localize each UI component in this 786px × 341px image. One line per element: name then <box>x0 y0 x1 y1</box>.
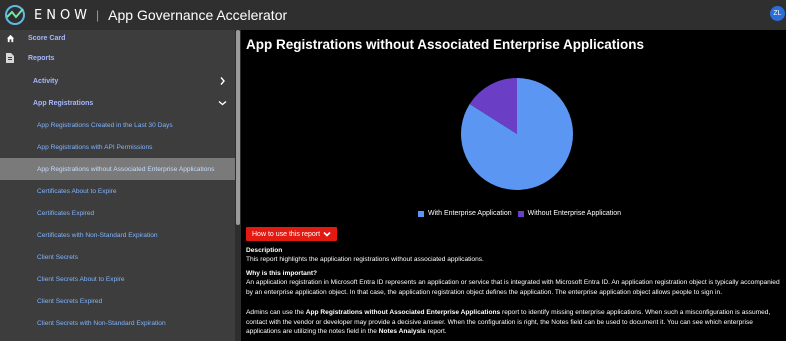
chevron-down-icon <box>218 100 227 106</box>
sidebar-report-label: App Registrations without Associated Ent… <box>37 165 215 173</box>
legend-label-with: With Enterprise Application <box>428 210 512 217</box>
app-title: App Governance Accelerator <box>108 7 288 23</box>
why-text: An application registration in Microsoft… <box>246 279 780 296</box>
enow-logo-icon <box>5 5 25 25</box>
how-to-use-button[interactable]: How to use this report <box>246 227 338 241</box>
sidebar-item-app-registrations[interactable]: App Registrations <box>0 95 235 111</box>
admins-suffix: report. <box>425 328 447 336</box>
chart-legend: With Enterprise Application Without Ente… <box>418 210 627 217</box>
sidebar-report-item[interactable]: Certificates Expired <box>0 202 235 224</box>
top-bar: ENOW | App Governance Accelerator ZL <box>0 0 786 30</box>
legend-label-without: Without Enterprise Application <box>527 210 622 217</box>
sidebar-report-label: Client Secrets with Non-Standard Expirat… <box>37 319 166 327</box>
how-to-use-label: How to use this report <box>252 230 321 238</box>
sidebar-report-item[interactable]: Client Secrets <box>0 246 235 268</box>
pie-chart <box>461 78 573 190</box>
sidebar-label-reports: Reports <box>28 54 55 62</box>
admins-paragraph: Admins can use the App Registrations wit… <box>246 308 781 337</box>
sidebar-report-item[interactable]: Certificates with Non-Standard Expiratio… <box>0 224 235 246</box>
brand-name: ENOW <box>34 7 92 23</box>
sidebar-report-item[interactable]: Client Secrets with Non-Standard Expirat… <box>0 312 235 334</box>
page-title: App Registrations without Associated Ent… <box>246 37 645 52</box>
legend-item-without[interactable]: Without Enterprise Application <box>517 210 622 217</box>
sidebar-report-label: App Registrations Created in the Last 30… <box>37 121 173 129</box>
chevron-right-icon <box>220 77 225 85</box>
sidebar-label-activity: Activity <box>33 77 59 85</box>
description-text: This report highlights the application r… <box>246 256 484 263</box>
legend-swatch-with <box>418 210 424 217</box>
sidebar-item-reports[interactable]: Reports <box>0 50 235 66</box>
chevron-down-icon <box>323 231 331 237</box>
sidebar-report-item[interactable]: App Registrations with API Permissions <box>0 136 235 158</box>
sidebar-report-label: App Registrations with API Permissions <box>37 143 153 151</box>
sidebar-report-item[interactable]: Certificates About to Expire <box>0 180 235 202</box>
home-icon <box>5 33 15 43</box>
brand-separator: | <box>96 8 100 22</box>
sidebar-label-app-registrations: App Registrations <box>33 99 94 107</box>
sidebar-report-label: Certificates with Non-Standard Expiratio… <box>37 231 158 239</box>
sidebar-item-score-card[interactable]: Score Card <box>0 30 235 46</box>
sidebar-report-item[interactable]: App Registrations Created in the Last 30… <box>0 114 235 136</box>
admins-prefix: Admins can use the <box>246 309 306 316</box>
sidebar-report-label: Client Secrets <box>37 253 79 261</box>
admins-report-name: App Registrations without Associated Ent… <box>305 309 501 316</box>
sidebar-report-label: Certificates About to Expire <box>37 187 117 195</box>
notes-analysis-link[interactable]: Notes Analysis <box>379 328 426 335</box>
sidebar-report-label: Client Secrets About to Expire <box>37 275 125 283</box>
sidebar-report-item[interactable]: Client Secrets Expired <box>0 290 235 312</box>
legend-item-with[interactable]: With Enterprise Application <box>418 210 512 217</box>
sidebar-report-label: Certificates Expired <box>37 209 95 217</box>
sidebar: Score Card Reports Activity App Registra… <box>0 30 241 341</box>
user-avatar[interactable]: ZL <box>770 6 785 21</box>
sidebar-report-item-active[interactable]: App Registrations without Associated Ent… <box>0 158 235 180</box>
sidebar-scrollbar-thumb[interactable] <box>236 30 240 225</box>
sidebar-report-label: Client Secrets Expired <box>37 297 103 305</box>
main-content: App Registrations without Associated Ent… <box>241 30 786 341</box>
legend-swatch-without <box>517 210 524 217</box>
sidebar-item-activity[interactable]: Activity <box>0 73 235 89</box>
sidebar-label-score-card: Score Card <box>28 34 66 42</box>
document-icon <box>5 53 15 63</box>
sidebar-report-item[interactable]: Client Secrets About to Expire <box>0 268 235 290</box>
